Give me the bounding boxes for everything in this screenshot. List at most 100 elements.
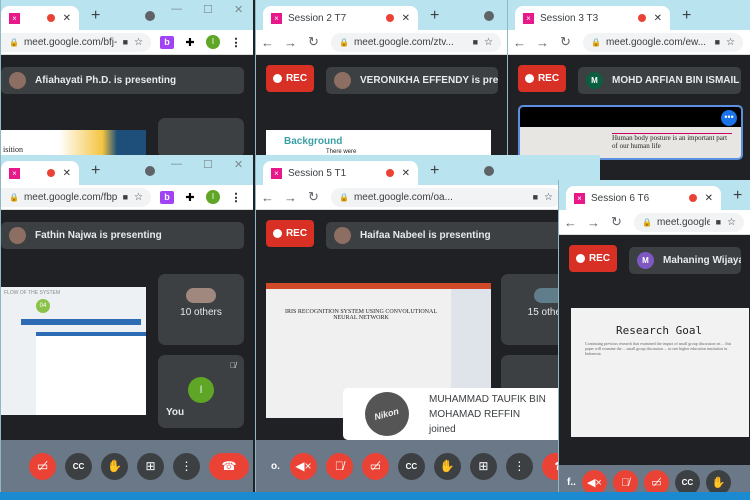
browser-menu-icon[interactable]: ⋮ (229, 191, 243, 204)
back-button[interactable]: ← (508, 35, 531, 50)
browser-tab[interactable]: × Session 2 T7 ✕ (263, 6, 418, 30)
tab-search-icon[interactable] (484, 11, 494, 21)
bookmark-star-icon[interactable]: ☆ (726, 37, 735, 48)
extension-b-icon[interactable]: b (160, 190, 174, 204)
participants-tile[interactable]: 10 others (158, 274, 244, 345)
bookmark-star-icon[interactable]: ☆ (727, 217, 736, 228)
presenting-banner[interactable]: Haifaa Nabeel is presenting (326, 222, 591, 249)
speaker-mute-button[interactable]: ◀× (289, 452, 317, 480)
more-button[interactable]: ⋮ (173, 452, 200, 480)
forward-button[interactable]: → (279, 190, 302, 205)
tile-options-button[interactable]: ••• (721, 110, 737, 126)
reload-button[interactable]: ↻ (302, 189, 325, 205)
bookmark-star-icon[interactable]: ☆ (134, 192, 143, 203)
presenting-banner[interactable]: Fathin Najwa is presenting (1, 222, 244, 249)
forward-button[interactable]: → (279, 35, 302, 50)
camera-icon[interactable]: ■ (123, 37, 128, 47)
reload-button[interactable]: ↻ (554, 34, 577, 50)
back-button[interactable]: ← (256, 190, 279, 205)
url-text[interactable]: meet.google.com/ztv... (354, 37, 467, 48)
back-button[interactable]: ← (256, 35, 279, 50)
bookmark-star-icon[interactable]: ☆ (544, 192, 553, 203)
browser-menu-icon[interactable]: ⋮ (229, 36, 243, 49)
reload-button[interactable]: ↻ (302, 34, 325, 50)
camera-icon[interactable]: ■ (473, 37, 478, 47)
address-bar[interactable]: 🔒 meet.google.com/fob... ■ ☆ (634, 212, 744, 232)
camera-icon[interactable]: ■ (533, 192, 538, 202)
tab-close-icon[interactable]: ✕ (402, 168, 410, 179)
address-bar[interactable]: 🔒 meet.google.com/fbp... ■ ☆ (1, 187, 151, 207)
tab-search-icon[interactable] (484, 166, 494, 176)
profile-avatar[interactable]: I (206, 35, 220, 49)
present-button[interactable]: ⊞ (469, 452, 497, 480)
tab-close-icon[interactable]: ✕ (705, 193, 713, 204)
forward-button[interactable]: → (582, 215, 605, 230)
address-bar[interactable]: 🔒 meet.google.com/oa... ■ ☆ (331, 187, 561, 207)
browser-tab[interactable]: × Session 6 T6 ✕ (566, 186, 721, 210)
browser-tab[interactable]: × Session 5 T1 ✕ (263, 161, 418, 185)
address-bar[interactable]: 🔒 meet.google.com/bfj-... ■ ☆ (1, 32, 151, 52)
forward-button[interactable]: → (531, 35, 554, 50)
address-bar[interactable]: 🔒 meet.google.com/ew... ■ ☆ (583, 32, 743, 52)
url-text[interactable]: meet.google.com/fob... (657, 217, 710, 228)
camera-icon[interactable]: ■ (123, 192, 128, 202)
captions-button[interactable]: CC (397, 452, 425, 480)
browser-tab[interactable]: × Session 3 T3 ✕ (515, 6, 670, 30)
bookmark-star-icon[interactable]: ☆ (484, 37, 493, 48)
url-text[interactable]: meet.google.com/bfj-... (24, 37, 117, 48)
tab-search-icon[interactable] (145, 166, 155, 176)
browser-tab[interactable]: × ✕ (1, 6, 79, 30)
raise-hand-button[interactable]: ✋ (433, 452, 461, 480)
tab-close-icon[interactable]: ✕ (63, 13, 71, 24)
end-call-button[interactable]: ☎ (209, 452, 249, 480)
presenting-banner[interactable]: M MOHD ARFIAN BIN ISMAIL is presenting (578, 67, 741, 94)
close-window-button[interactable]: ✕ (234, 3, 243, 16)
mic-off-button[interactable]: 🎙̸ (325, 452, 353, 480)
maximize-button[interactable]: ☐ (203, 3, 213, 16)
rec-button[interactable]: REC (518, 65, 566, 92)
camera-icon[interactable]: ■ (715, 37, 720, 47)
minimize-button[interactable]: — (171, 158, 182, 170)
browser-tab[interactable]: × ✕ (1, 161, 79, 185)
url-text[interactable]: meet.google.com/ew... (606, 37, 709, 48)
minimize-button[interactable]: — (171, 3, 182, 15)
presenting-banner[interactable]: M Mahaning Wijaya is presenting (629, 247, 741, 274)
url-text[interactable]: meet.google.com/fbp... (24, 192, 117, 203)
participants-tile[interactable] (158, 118, 244, 158)
extension-b-icon[interactable]: b (160, 35, 174, 49)
new-tab-button[interactable]: + (682, 7, 691, 25)
speaker-mute-icon: ◀× (295, 459, 312, 473)
reload-button[interactable]: ↻ (605, 214, 628, 230)
presenting-banner[interactable]: Afiahayati Ph.D. is presenting (1, 67, 244, 94)
profile-avatar[interactable]: I (206, 190, 220, 204)
camera-off-button[interactable]: ▭̸ (29, 452, 56, 480)
present-button[interactable]: ⊞ (137, 452, 164, 480)
raise-hand-button[interactable]: ✋ (101, 452, 128, 480)
camera-off-button[interactable]: ▭̸ (361, 452, 389, 480)
tab-close-icon[interactable]: ✕ (654, 13, 662, 24)
self-tile[interactable]: 🎙̸ I You (158, 355, 244, 428)
close-window-button[interactable]: ✕ (234, 158, 243, 171)
rec-button[interactable]: REC (266, 220, 314, 247)
captions-button[interactable]: CC (65, 452, 92, 480)
tab-close-icon[interactable]: ✕ (402, 13, 410, 24)
new-tab-button[interactable]: + (91, 7, 100, 25)
maximize-button[interactable]: ☐ (203, 158, 213, 171)
new-tab-button[interactable]: + (430, 162, 439, 180)
url-text[interactable]: meet.google.com/oa... (354, 192, 527, 203)
tab-close-icon[interactable]: ✕ (63, 168, 71, 179)
more-button[interactable]: ⋮ (505, 452, 533, 480)
presenting-banner[interactable]: VERONIKHA EFFENDY is presenting (326, 67, 498, 94)
address-bar[interactable]: 🔒 meet.google.com/ztv... ■ ☆ (331, 32, 501, 52)
new-tab-button[interactable]: + (91, 162, 100, 180)
back-button[interactable]: ← (559, 215, 582, 230)
camera-icon[interactable]: ■ (716, 217, 721, 227)
new-tab-button[interactable]: + (733, 187, 742, 205)
rec-button[interactable]: REC (569, 245, 617, 272)
bookmark-star-icon[interactable]: ☆ (134, 37, 143, 48)
new-tab-button[interactable]: + (430, 7, 439, 25)
puzzle-extensions-icon[interactable]: ✚ (183, 36, 197, 49)
tab-search-icon[interactable] (145, 11, 155, 21)
rec-button[interactable]: REC (266, 65, 314, 92)
puzzle-extensions-icon[interactable]: ✚ (183, 191, 197, 204)
